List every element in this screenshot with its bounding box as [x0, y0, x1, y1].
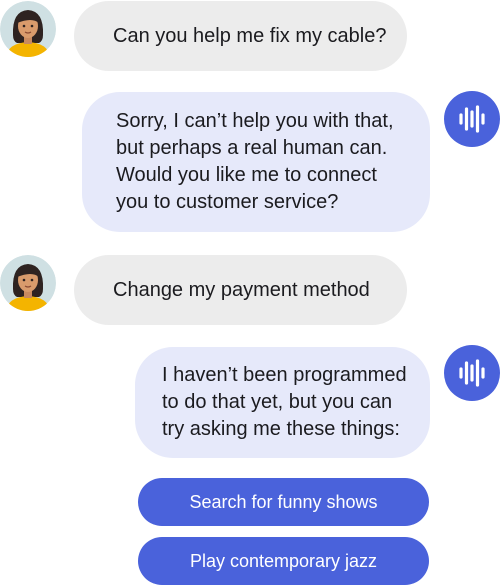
user-avatar [0, 255, 56, 311]
bot-message-line: I haven’t been programmed [162, 364, 407, 386]
user-message-bubble: Can you help me fix my cable? [74, 1, 407, 71]
user-message-bubble: Change my payment method [74, 255, 407, 325]
bot-message-line: Sorry, I can’t help you with that, [116, 110, 394, 132]
bot-message-bubble: I haven’t been programmed to do that yet… [135, 347, 430, 458]
bot-message-text: Sorry, I can’t help you with that, but p… [116, 108, 394, 216]
user-message-text: Can you help me fix my cable? [113, 24, 387, 47]
bot-message-line: try asking me these things: [162, 418, 400, 440]
suggestion-chip-funny-shows[interactable]: Search for funny shows [138, 478, 429, 526]
user-avatar [0, 1, 56, 57]
bot-message-text: I haven’t been programmed to do that yet… [162, 362, 407, 443]
suggestion-chip-contemporary-jazz[interactable]: Play contemporary jazz [138, 537, 429, 585]
bot-message-line: Would you like me to connect [116, 164, 377, 186]
user-message-text: Change my payment method [113, 278, 370, 301]
bot-message-line: but perhaps a real human can. [116, 137, 388, 159]
voice-waveform-icon [444, 91, 500, 147]
bot-message-line: to do that yet, but you can [162, 391, 393, 413]
voice-waveform-icon [444, 345, 500, 401]
bot-message-bubble: Sorry, I can’t help you with that, but p… [82, 92, 430, 232]
bot-message-line: you to customer service? [116, 191, 339, 213]
